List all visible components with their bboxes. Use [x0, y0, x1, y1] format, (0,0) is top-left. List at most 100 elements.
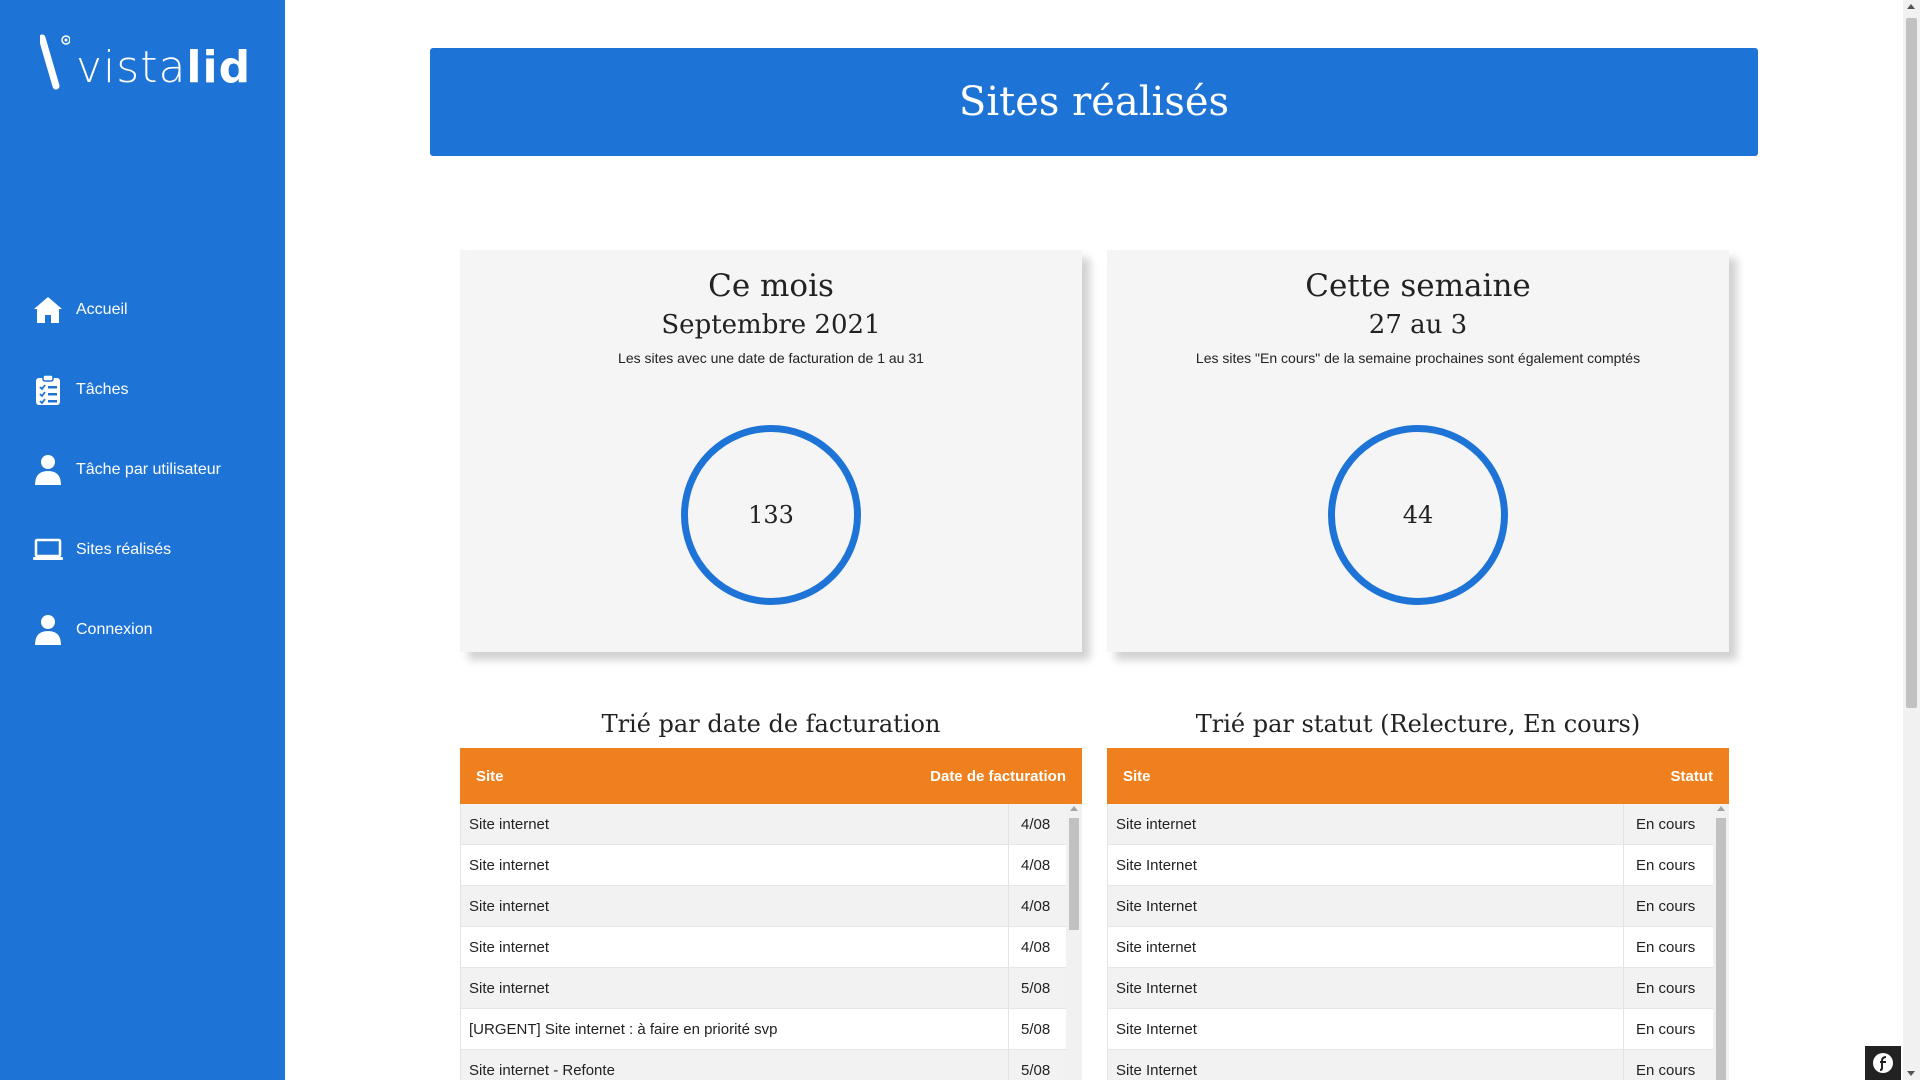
- sidebar-nav: Accueil Tâches Tâche par utilisateur Sit…: [0, 270, 285, 670]
- table-row[interactable]: Site internet 4/08: [461, 804, 1067, 845]
- sidebar-item-tache-par-utilisateur[interactable]: Tâche par utilisateur: [0, 430, 285, 510]
- month-stats-card: Ce mois Septembre 2021 Les sites avec un…: [460, 250, 1082, 652]
- logo-mark-icon: [40, 34, 70, 90]
- count-ring: 44: [1328, 425, 1508, 605]
- date-cell: 4/08: [1021, 815, 1051, 833]
- table-row[interactable]: Site internet 4/08: [461, 927, 1067, 968]
- column-header-status[interactable]: Statut: [1671, 768, 1714, 785]
- table-title: Trié par date de facturation: [601, 710, 941, 738]
- date-cell: 5/08: [1021, 1020, 1051, 1038]
- main-content: Sites réalisés Ce mois Septembre 2021 Le…: [285, 0, 1900, 1080]
- site-cell: Site internet: [1108, 804, 1624, 844]
- table-row[interactable]: Site internet 4/08: [461, 886, 1067, 927]
- date-cell: 5/08: [1021, 979, 1051, 997]
- table-row[interactable]: Site internet - Refonte 5/08: [461, 1050, 1067, 1080]
- status-cell: En cours: [1636, 897, 1696, 915]
- table-row[interactable]: Site Internet En cours: [1108, 968, 1714, 1009]
- table-body[interactable]: Site internet 4/08 Site internet 4/08 Site…: [460, 804, 1082, 1080]
- count-value: 133: [748, 501, 794, 529]
- sidebar-item-label: Accueil: [76, 301, 128, 318]
- table-header: Site Statut: [1107, 748, 1729, 804]
- card-subtitle: 27 au 3: [1368, 310, 1468, 340]
- sidebar: vistalid Accueil Tâches Tâche par utilis…: [0, 0, 285, 1080]
- table-header: Site Date de facturation: [460, 748, 1082, 804]
- site-cell: Site Internet: [1108, 1050, 1624, 1080]
- table-row[interactable]: Site Internet En cours: [1108, 886, 1714, 927]
- table-scrollbar[interactable]: [1066, 804, 1082, 1080]
- table-row[interactable]: Site Internet En cours: [1108, 1050, 1714, 1080]
- sidebar-item-label: Tâches: [76, 381, 129, 398]
- page-title: Sites réalisés: [958, 79, 1230, 125]
- laptop-icon: [32, 534, 64, 566]
- scrollbar-thumb[interactable]: [1069, 818, 1079, 930]
- scrollbar-thumb[interactable]: [1716, 818, 1726, 1080]
- home-icon: [32, 294, 64, 326]
- site-cell: Site internet - Refonte: [461, 1050, 1009, 1080]
- date-cell: 4/08: [1021, 938, 1051, 956]
- card-description: Les sites "En cours" de la semaine proch…: [1195, 350, 1641, 366]
- scroll-up-arrow-icon[interactable]: [1070, 806, 1078, 811]
- card-title: Cette semaine: [1305, 268, 1531, 304]
- table-body[interactable]: Site internet En cours Site Internet En co…: [1107, 804, 1729, 1080]
- count-value: 44: [1402, 501, 1434, 529]
- count-ring: 133: [681, 425, 861, 605]
- column-header-site[interactable]: Site: [476, 768, 504, 785]
- table-row[interactable]: Site Internet En cours: [1108, 1009, 1714, 1050]
- date-cell: 4/08: [1021, 897, 1051, 915]
- status-cell: En cours: [1636, 856, 1696, 874]
- scroll-up-arrow-icon[interactable]: [1907, 4, 1915, 9]
- site-cell: Site Internet: [1108, 968, 1624, 1008]
- status-cell: En cours: [1636, 1020, 1696, 1038]
- scroll-down-arrow-icon[interactable]: [1907, 1071, 1915, 1076]
- status-cell: En cours: [1636, 938, 1696, 956]
- logo-text: vistalid: [76, 42, 252, 93]
- site-cell: Site Internet: [1108, 845, 1624, 885]
- site-cell: Site Internet: [1108, 886, 1624, 926]
- card-description: Les sites avec une date de facturation d…: [618, 350, 924, 366]
- vistalid-logo[interactable]: vistalid: [40, 34, 251, 90]
- sidebar-item-label: Tâche par utilisateur: [76, 461, 221, 478]
- page-scrollbar[interactable]: [1903, 0, 1920, 1080]
- site-cell: [URGENT] Site internet : à faire en prio…: [461, 1009, 1009, 1049]
- sidebar-item-label: Connexion: [76, 621, 153, 638]
- sidebar-item-connexion[interactable]: Connexion: [0, 590, 285, 670]
- table-row[interactable]: [URGENT] Site internet : à faire en prio…: [461, 1009, 1067, 1050]
- card-title: Ce mois: [708, 268, 834, 304]
- sidebar-item-accueil[interactable]: Accueil: [0, 270, 285, 350]
- column-header-site[interactable]: Site: [1123, 768, 1151, 785]
- site-cell: Site internet: [461, 845, 1009, 885]
- table-row[interactable]: Site internet En cours: [1108, 804, 1714, 845]
- sidebar-item-taches[interactable]: Tâches: [0, 350, 285, 430]
- week-stats-card: Cette semaine 27 au 3 Les sites "En cour…: [1107, 250, 1729, 652]
- clipboard-list-icon: [32, 374, 64, 406]
- status-cell: En cours: [1636, 1061, 1696, 1079]
- table-row[interactable]: Site internet 4/08: [461, 845, 1067, 886]
- status-cell: En cours: [1636, 815, 1696, 833]
- sidebar-item-label: Sites réalisés: [76, 541, 172, 558]
- table-scrollbar[interactable]: [1713, 804, 1729, 1080]
- site-cell: Site internet: [461, 927, 1009, 967]
- user-icon: [32, 614, 64, 646]
- site-cell: Site internet: [1108, 927, 1624, 967]
- site-cell: Site internet: [461, 886, 1009, 926]
- table-row[interactable]: Site Internet En cours: [1108, 845, 1714, 886]
- column-header-date[interactable]: Date de facturation: [930, 768, 1066, 785]
- sites-by-status-table: Site Statut Site internet En cours Site I…: [1107, 748, 1729, 1080]
- date-cell: 4/08: [1021, 856, 1051, 874]
- page-header-banner: Sites réalisés: [430, 48, 1758, 156]
- status-cell: En cours: [1636, 979, 1696, 997]
- site-cell: Site internet: [461, 804, 1009, 844]
- table-row[interactable]: Site internet 5/08: [461, 968, 1067, 1009]
- page-scrollbar-thumb[interactable]: [1906, 18, 1917, 708]
- sites-by-date-table: Site Date de facturation Site internet 4/…: [460, 748, 1082, 1080]
- sidebar-item-sites-realises[interactable]: Sites réalisés: [0, 510, 285, 590]
- table-title: Trié par statut (Relecture, En cours): [1195, 710, 1641, 738]
- scroll-up-arrow-icon[interactable]: [1717, 806, 1725, 811]
- user-icon: [32, 454, 64, 486]
- site-cell: Site internet: [461, 968, 1009, 1008]
- table-row[interactable]: Site internet En cours: [1108, 927, 1714, 968]
- card-subtitle: Septembre 2021: [661, 310, 881, 340]
- site-cell: Site Internet: [1108, 1009, 1624, 1049]
- debug-toolbar-icon[interactable]: [1865, 1046, 1901, 1080]
- date-cell: 5/08: [1021, 1061, 1051, 1079]
